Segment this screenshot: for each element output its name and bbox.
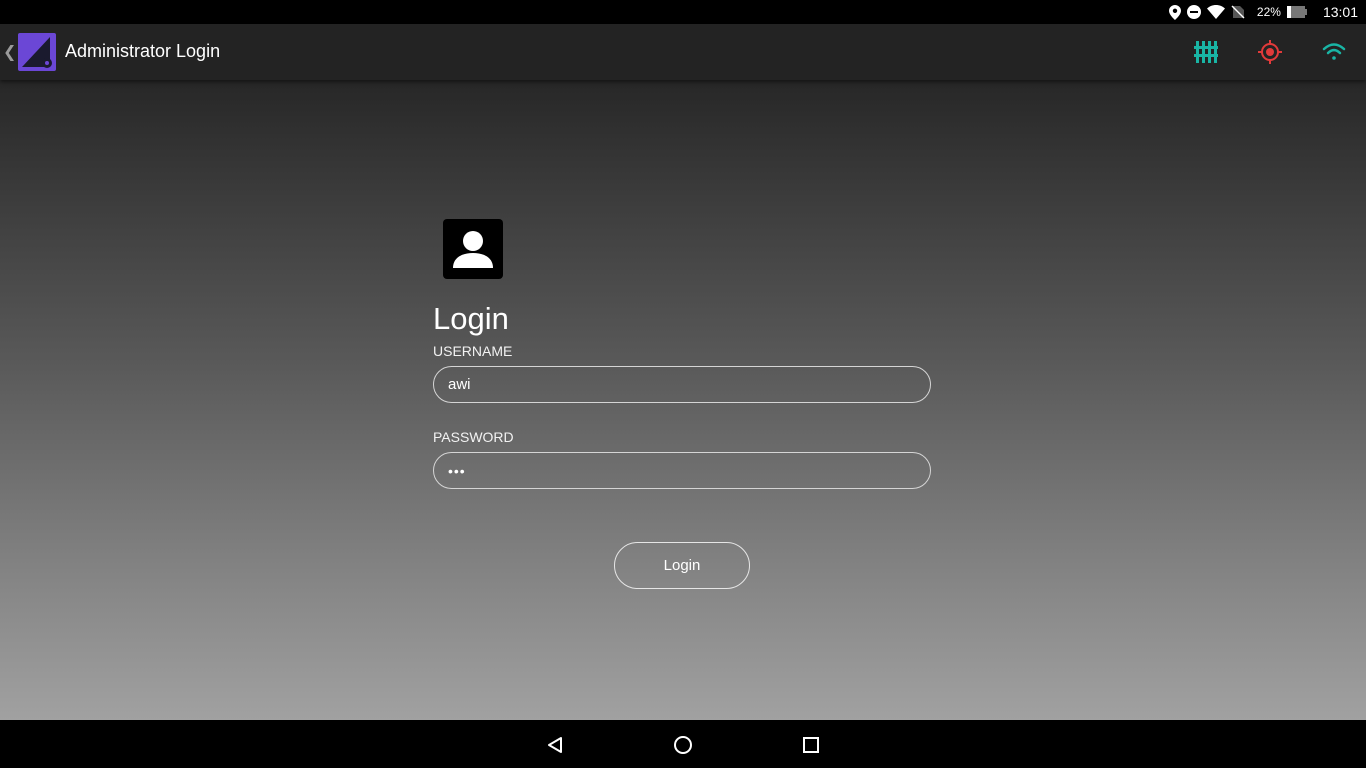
nav-home-icon[interactable] xyxy=(670,732,696,758)
status-bar: 22% 13:01 xyxy=(0,0,1366,24)
app-bar: ❮ Administrator Login xyxy=(0,24,1366,80)
password-value: ••• xyxy=(448,462,466,479)
status-icons: 22% 13:01 xyxy=(1168,0,1358,24)
clock: 13:01 xyxy=(1322,4,1358,20)
username-value: awi xyxy=(448,376,471,393)
login-button[interactable]: Login xyxy=(614,542,750,589)
login-screen: Login USERNAME awi PASSWORD ••• Login xyxy=(0,80,1366,720)
battery-percent: 22% xyxy=(1256,5,1281,19)
login-heading: Login xyxy=(433,301,509,336)
wifi-icon xyxy=(1206,5,1225,19)
back-chevron-icon[interactable]: ❮ xyxy=(3,42,16,62)
page-title: Administrator Login xyxy=(65,41,221,61)
app-logo xyxy=(18,33,56,71)
battery-icon xyxy=(1286,6,1307,18)
nav-back-icon[interactable] xyxy=(542,732,568,758)
location-icon xyxy=(1168,4,1181,20)
no-sim-icon xyxy=(1231,5,1245,19)
equalizer-icon[interactable] xyxy=(1192,38,1220,66)
user-avatar-icon xyxy=(443,219,503,279)
password-input[interactable]: ••• xyxy=(433,452,931,489)
password-label: PASSWORD xyxy=(433,429,514,445)
target-icon[interactable] xyxy=(1256,38,1284,66)
username-label: USERNAME xyxy=(433,343,513,359)
app-bar-actions xyxy=(1192,38,1348,66)
nav-recents-icon[interactable] xyxy=(798,732,824,758)
do-not-disturb-icon xyxy=(1186,5,1201,19)
username-input[interactable]: awi xyxy=(433,366,931,403)
navigation-bar xyxy=(0,720,1366,768)
wifi-signal-icon[interactable] xyxy=(1320,38,1348,66)
